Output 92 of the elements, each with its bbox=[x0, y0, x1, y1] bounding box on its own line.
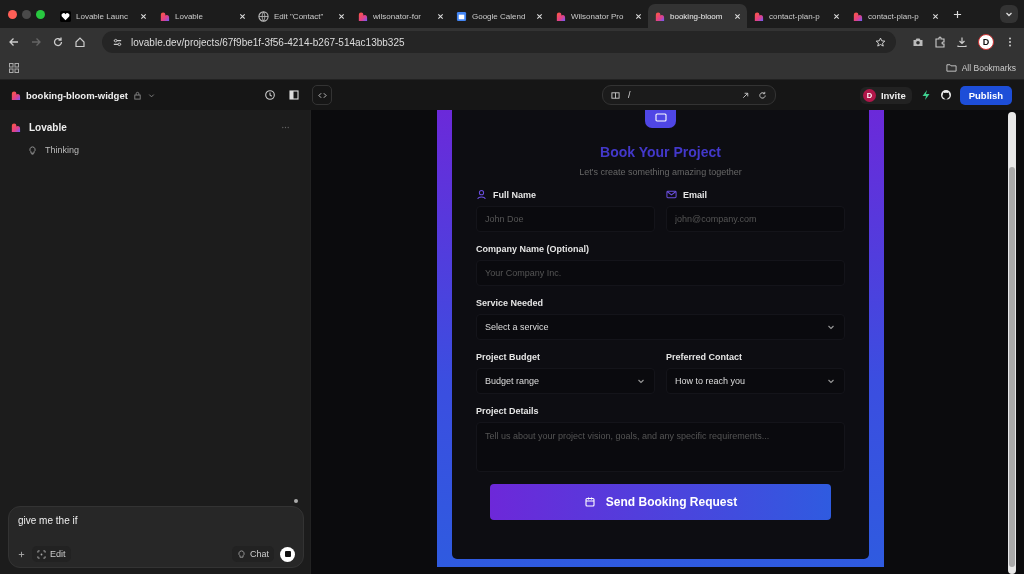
edit-button[interactable]: Edit bbox=[32, 546, 71, 562]
mail-icon bbox=[666, 189, 677, 200]
lovable-logo-icon bbox=[555, 10, 566, 22]
back-icon[interactable] bbox=[8, 36, 20, 48]
submit-button[interactable]: Send Booking Request bbox=[490, 484, 831, 520]
code-icon bbox=[317, 90, 327, 100]
history-icon[interactable] bbox=[264, 89, 276, 101]
text-field[interactable]: john@company.com bbox=[666, 206, 845, 232]
browser-tab[interactable]: contact-plan-p bbox=[846, 4, 945, 28]
lightbulb-icon bbox=[28, 145, 37, 155]
sidebar-toggle-icon[interactable] bbox=[288, 89, 300, 101]
browser-tab[interactable]: contact-plan-p bbox=[747, 4, 846, 28]
github-icon[interactable] bbox=[939, 89, 952, 101]
thinking-status: Thinking bbox=[45, 145, 80, 155]
zoom-window-button[interactable] bbox=[36, 9, 45, 19]
all-bookmarks-button[interactable]: All Bookmarks bbox=[945, 62, 1016, 73]
lovable-logo-icon bbox=[753, 10, 764, 22]
field-label: Company Name (Optional) bbox=[476, 244, 589, 254]
apps-grid-icon[interactable] bbox=[8, 61, 20, 74]
field-label: Service Needed bbox=[476, 298, 544, 308]
device-icon bbox=[611, 90, 620, 100]
lovable-logo-icon bbox=[357, 10, 368, 22]
publish-button[interactable]: Publish bbox=[959, 85, 1012, 105]
camera-icon[interactable] bbox=[912, 36, 924, 48]
project-menu-button[interactable]: booking-bloom-widget bbox=[10, 89, 156, 101]
lovable-logo-icon bbox=[10, 89, 21, 101]
browser-tab[interactable]: Wilsonator Pro bbox=[549, 4, 648, 28]
tab-search-button[interactable] bbox=[1000, 5, 1018, 23]
message-text: give me the if bbox=[17, 515, 79, 526]
close-icon[interactable] bbox=[833, 12, 840, 20]
field-label: Preferred Contact bbox=[666, 352, 743, 362]
url-text: lovable.dev/projects/67f9be1f-3f56-4214-b267-514ac13bb325 bbox=[131, 36, 406, 48]
calendar-icon bbox=[456, 10, 467, 22]
stop-button[interactable] bbox=[280, 546, 295, 562]
browser-tab[interactable]: booking-bloom bbox=[648, 4, 747, 28]
lock-icon bbox=[132, 90, 142, 100]
browser-tab[interactable]: Edit "Contact" bbox=[252, 4, 351, 28]
home-icon[interactable] bbox=[74, 36, 86, 48]
close-icon[interactable] bbox=[635, 12, 642, 20]
close-icon[interactable] bbox=[932, 12, 939, 20]
field-label: Full Name bbox=[493, 189, 536, 200]
address-bar[interactable]: lovable.dev/projects/67f9be1f-3f56-4214-b267-514ac13bb325 bbox=[102, 31, 896, 53]
monitor-icon bbox=[654, 113, 667, 123]
plus-icon[interactable] bbox=[17, 549, 26, 559]
globe-icon bbox=[258, 10, 269, 22]
lightbulb-icon bbox=[237, 549, 246, 559]
close-icon[interactable] bbox=[338, 12, 345, 20]
close-icon[interactable] bbox=[239, 12, 246, 20]
field-label: Email bbox=[683, 189, 707, 200]
open-external-icon[interactable] bbox=[741, 90, 750, 100]
text-field[interactable]: Your Company Inc. bbox=[476, 260, 845, 286]
star-icon[interactable] bbox=[875, 36, 886, 48]
chat-mode-button[interactable]: Chat bbox=[232, 546, 274, 562]
browser-tab[interactable]: Google Calend bbox=[450, 4, 549, 28]
browser-tab[interactable]: Lovable bbox=[153, 4, 252, 28]
profile-avatar[interactable]: D bbox=[978, 34, 994, 50]
lovable-logo-icon bbox=[852, 10, 863, 22]
reload-icon[interactable] bbox=[758, 90, 767, 100]
select-field[interactable]: Budget range bbox=[476, 368, 655, 394]
lovable-logo-icon bbox=[10, 122, 21, 133]
scrollbar[interactable] bbox=[1008, 112, 1016, 574]
select-field[interactable]: How to reach you bbox=[666, 368, 845, 394]
code-view-button[interactable] bbox=[312, 85, 332, 105]
text-field[interactable]: John Doe bbox=[476, 206, 655, 232]
close-icon[interactable] bbox=[734, 12, 741, 20]
close-icon[interactable] bbox=[140, 12, 147, 20]
person-icon bbox=[476, 189, 487, 200]
site-settings-icon bbox=[112, 36, 123, 48]
extensions-icon[interactable] bbox=[934, 36, 946, 48]
chat-input[interactable]: give me the if Edit Chat bbox=[8, 506, 304, 568]
field-label: Project Budget bbox=[476, 352, 540, 362]
select-field[interactable]: Select a service bbox=[476, 314, 845, 340]
reload-icon[interactable] bbox=[52, 36, 64, 48]
form-subtitle: Let's create something amazing together bbox=[578, 167, 743, 177]
calendar-icon bbox=[583, 496, 596, 508]
browser-tab[interactable]: wilsonator-for bbox=[351, 4, 450, 28]
close-window-button[interactable] bbox=[8, 9, 17, 19]
close-icon[interactable] bbox=[536, 12, 543, 20]
lovable-logo-icon bbox=[159, 10, 170, 22]
close-icon[interactable] bbox=[437, 12, 444, 20]
browser-tab[interactable]: Lovable Launc bbox=[54, 4, 153, 28]
field-label: Project Details bbox=[476, 406, 539, 416]
lovable-logo-icon bbox=[654, 10, 665, 22]
folder-icon bbox=[945, 62, 957, 73]
select-area-icon bbox=[37, 549, 46, 559]
author-name: Lovable bbox=[29, 122, 67, 133]
heart-icon bbox=[60, 10, 71, 22]
form-title: Book Your Project bbox=[599, 144, 722, 160]
text-area[interactable]: Tell us about your project vision, goals, and any specific requirements... bbox=[476, 422, 845, 472]
download-icon[interactable] bbox=[956, 36, 968, 48]
scroll-indicator bbox=[294, 499, 298, 503]
preview-path-bar[interactable]: / bbox=[602, 85, 776, 105]
